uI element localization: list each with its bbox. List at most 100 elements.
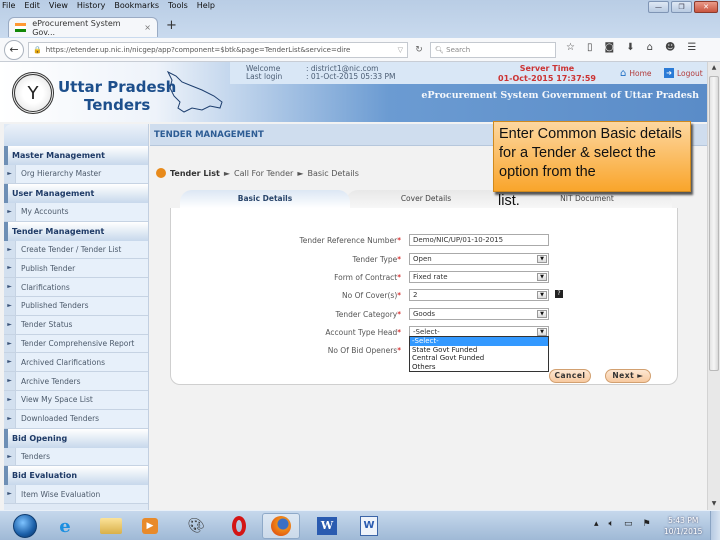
- sidebar-item-tenders[interactable]: ► Tenders: [4, 447, 148, 467]
- menu-edit[interactable]: Edit: [24, 1, 40, 13]
- word-document-icon: W: [360, 516, 378, 536]
- field-label: No Of Cover(s)*: [342, 291, 401, 300]
- show-desktop-button[interactable]: [710, 511, 720, 540]
- form-tabs: NIT Document Cover Details Basic Details: [180, 190, 675, 208]
- india-flag-favicon-icon: [15, 23, 27, 32]
- help-icon[interactable]: ?: [555, 290, 563, 298]
- taskbar-word[interactable]: W: [308, 513, 346, 539]
- sidebar-item-publish-tender[interactable]: ► Publish Tender: [4, 259, 148, 279]
- browser-titlebar: File Edit View History Bookmarks Tools H…: [0, 0, 720, 38]
- home-icon[interactable]: ⌂: [647, 42, 653, 53]
- search-icon: 🔍︎: [435, 46, 444, 54]
- menu-bookmarks[interactable]: Bookmarks: [114, 1, 159, 13]
- windows-taskbar: e ▶ 🎨︎ W W ▴ 🔈︎ ▭ ⚑ 5:43 PM 10/1/2015: [0, 510, 720, 540]
- download-icon[interactable]: ⬇: [626, 42, 634, 53]
- sidebar-section-bid-evaluation[interactable]: Bid Evaluation: [4, 466, 148, 486]
- minimize-button[interactable]: —: [648, 1, 669, 13]
- sidebar-section-bid-opening[interactable]: Bid Opening: [4, 428, 148, 448]
- sidebar-item-tender-status[interactable]: ► Tender Status: [4, 315, 148, 335]
- sidebar-item-downloaded-tenders[interactable]: ► Downloaded Tenders: [4, 409, 148, 429]
- tab-nit-document[interactable]: NIT Document: [502, 190, 672, 208]
- star-icon[interactable]: ☆: [566, 42, 575, 53]
- taskbar-firefox[interactable]: [262, 513, 300, 539]
- breadcrumb-call-for-tender[interactable]: Call For Tender: [234, 169, 293, 178]
- sidebar-item-my-accounts[interactable]: ► My Accounts: [4, 202, 148, 222]
- home-label: Home: [629, 69, 652, 78]
- new-tab-button[interactable]: +: [166, 18, 177, 33]
- sidebar-item-item-wise-evaluation[interactable]: ► Item Wise Evaluation: [4, 485, 148, 505]
- tab-cover-details[interactable]: Cover Details: [346, 190, 506, 208]
- clipboard-icon[interactable]: ▯: [587, 42, 593, 53]
- sidebar-item-view-my-space-list[interactable]: ► View My Space List: [4, 390, 148, 410]
- sidebar-section-tender-management[interactable]: Tender Management: [4, 221, 148, 241]
- taskbar-clock[interactable]: 5:43 PM 10/1/2015: [664, 515, 702, 537]
- volume-icon[interactable]: 🔈︎: [609, 519, 614, 529]
- url-dropdown-icon[interactable]: ▽: [398, 46, 403, 54]
- sidebar-item-clarifications[interactable]: ► Clarifications: [4, 278, 148, 297]
- chat-icon[interactable]: ☻: [665, 42, 675, 53]
- sidebar-item-archive-tenders[interactable]: ► Archive Tenders: [4, 372, 148, 391]
- search-input[interactable]: 🔍︎ Search: [430, 42, 556, 58]
- taskbar-internet-explorer[interactable]: e: [46, 513, 84, 539]
- arrow-icon: ►: [4, 315, 16, 334]
- restore-button[interactable]: ❐: [671, 1, 692, 13]
- next-button[interactable]: Next ►: [605, 369, 651, 383]
- scrollbar-thumb[interactable]: [709, 76, 719, 371]
- user-info-bar: Welcome Last login : district1@nic.com :…: [230, 62, 707, 84]
- menu-icon[interactable]: ☰: [687, 42, 696, 53]
- windows-logo-icon: [13, 514, 37, 538]
- pocket-icon[interactable]: ◙: [604, 42, 614, 53]
- logout-link[interactable]: ➜ Logout: [664, 68, 703, 78]
- menu-tools[interactable]: Tools: [168, 1, 188, 13]
- lock-icon: 🔒: [33, 46, 42, 54]
- browser-tab[interactable]: eProcurement System Gov... ×: [8, 17, 158, 37]
- dropdown-option-central-govt-funded[interactable]: Central Govt Funded: [410, 354, 548, 363]
- back-arrow-icon[interactable]: ←: [4, 40, 24, 60]
- taskbar-paint[interactable]: 🎨︎: [177, 513, 215, 539]
- breadcrumb-tender-list[interactable]: Tender List: [170, 169, 220, 178]
- sidebar-top: [4, 124, 148, 146]
- cancel-button[interactable]: Cancel: [549, 369, 591, 383]
- menu-file[interactable]: File: [2, 1, 15, 13]
- sidebar-section-master-management[interactable]: Master Management: [4, 146, 148, 165]
- sidebar-item-tender-comprehensive-report[interactable]: ► Tender Comprehensive Report: [4, 334, 148, 354]
- taskbar-media-player[interactable]: ▶: [131, 513, 169, 539]
- action-center-flag-icon[interactable]: ⚑: [642, 519, 650, 529]
- vertical-scrollbar[interactable]: ▲ ▼: [707, 62, 720, 510]
- start-button[interactable]: [6, 513, 44, 539]
- scroll-up-icon[interactable]: ▲: [708, 62, 720, 74]
- server-time-value: 01-Oct-2015 17:37:59: [498, 74, 596, 83]
- tender-reference-number-input[interactable]: Demo/NIC/UP/01-10-2015: [409, 234, 549, 246]
- menu-help[interactable]: Help: [197, 1, 215, 13]
- network-icon[interactable]: ▭: [624, 519, 633, 529]
- sidebar-section-user-management[interactable]: User Management: [4, 183, 148, 203]
- taskbar-word-document[interactable]: W: [350, 513, 388, 539]
- show-hidden-icon[interactable]: ▴: [594, 519, 599, 529]
- tender-type-select[interactable]: Open ▼: [409, 253, 549, 265]
- home-link[interactable]: ⌂ Home: [620, 68, 652, 79]
- tender-category-select[interactable]: Goods ▼: [409, 308, 549, 320]
- reload-icon[interactable]: ↻: [412, 42, 426, 58]
- dropdown-option-state-govt-funded[interactable]: State Govt Funded: [410, 346, 548, 355]
- taskbar-file-explorer[interactable]: [92, 513, 130, 539]
- sidebar-item-published-tenders[interactable]: ► Published Tenders: [4, 296, 148, 316]
- folder-icon: [100, 518, 122, 534]
- tab-close-icon[interactable]: ×: [144, 23, 151, 32]
- close-window-button[interactable]: ✕: [694, 1, 718, 13]
- scroll-down-icon[interactable]: ▼: [708, 498, 720, 510]
- sidebar-item-org-hierarchy-master[interactable]: ► Org Hierarchy Master: [4, 165, 148, 184]
- no-of-covers-select[interactable]: 2 ▼: [409, 289, 549, 301]
- menu-history[interactable]: History: [77, 1, 105, 13]
- breadcrumb: Tender List ► Call For Tender ► Basic De…: [156, 168, 359, 178]
- dropdown-option-others[interactable]: Others: [410, 363, 548, 372]
- home-icon: ⌂: [620, 68, 627, 79]
- sidebar-item-create-tender[interactable]: ► Create Tender / Tender List: [4, 240, 148, 260]
- dropdown-option-select[interactable]: -Select-: [410, 337, 548, 346]
- navigation-bar: ← 🔒 https://etender.up.nic.in/nicgep/app…: [0, 38, 720, 62]
- url-bar[interactable]: 🔒 https://etender.up.nic.in/nicgep/app?c…: [28, 42, 408, 58]
- menu-view[interactable]: View: [49, 1, 68, 13]
- form-of-contract-select[interactable]: Fixed rate ▼: [409, 271, 549, 283]
- taskbar-opera[interactable]: [220, 513, 258, 539]
- sidebar-item-archived-clarifications[interactable]: ► Archived Clarifications: [4, 353, 148, 373]
- tab-basic-details[interactable]: Basic Details: [180, 190, 350, 208]
